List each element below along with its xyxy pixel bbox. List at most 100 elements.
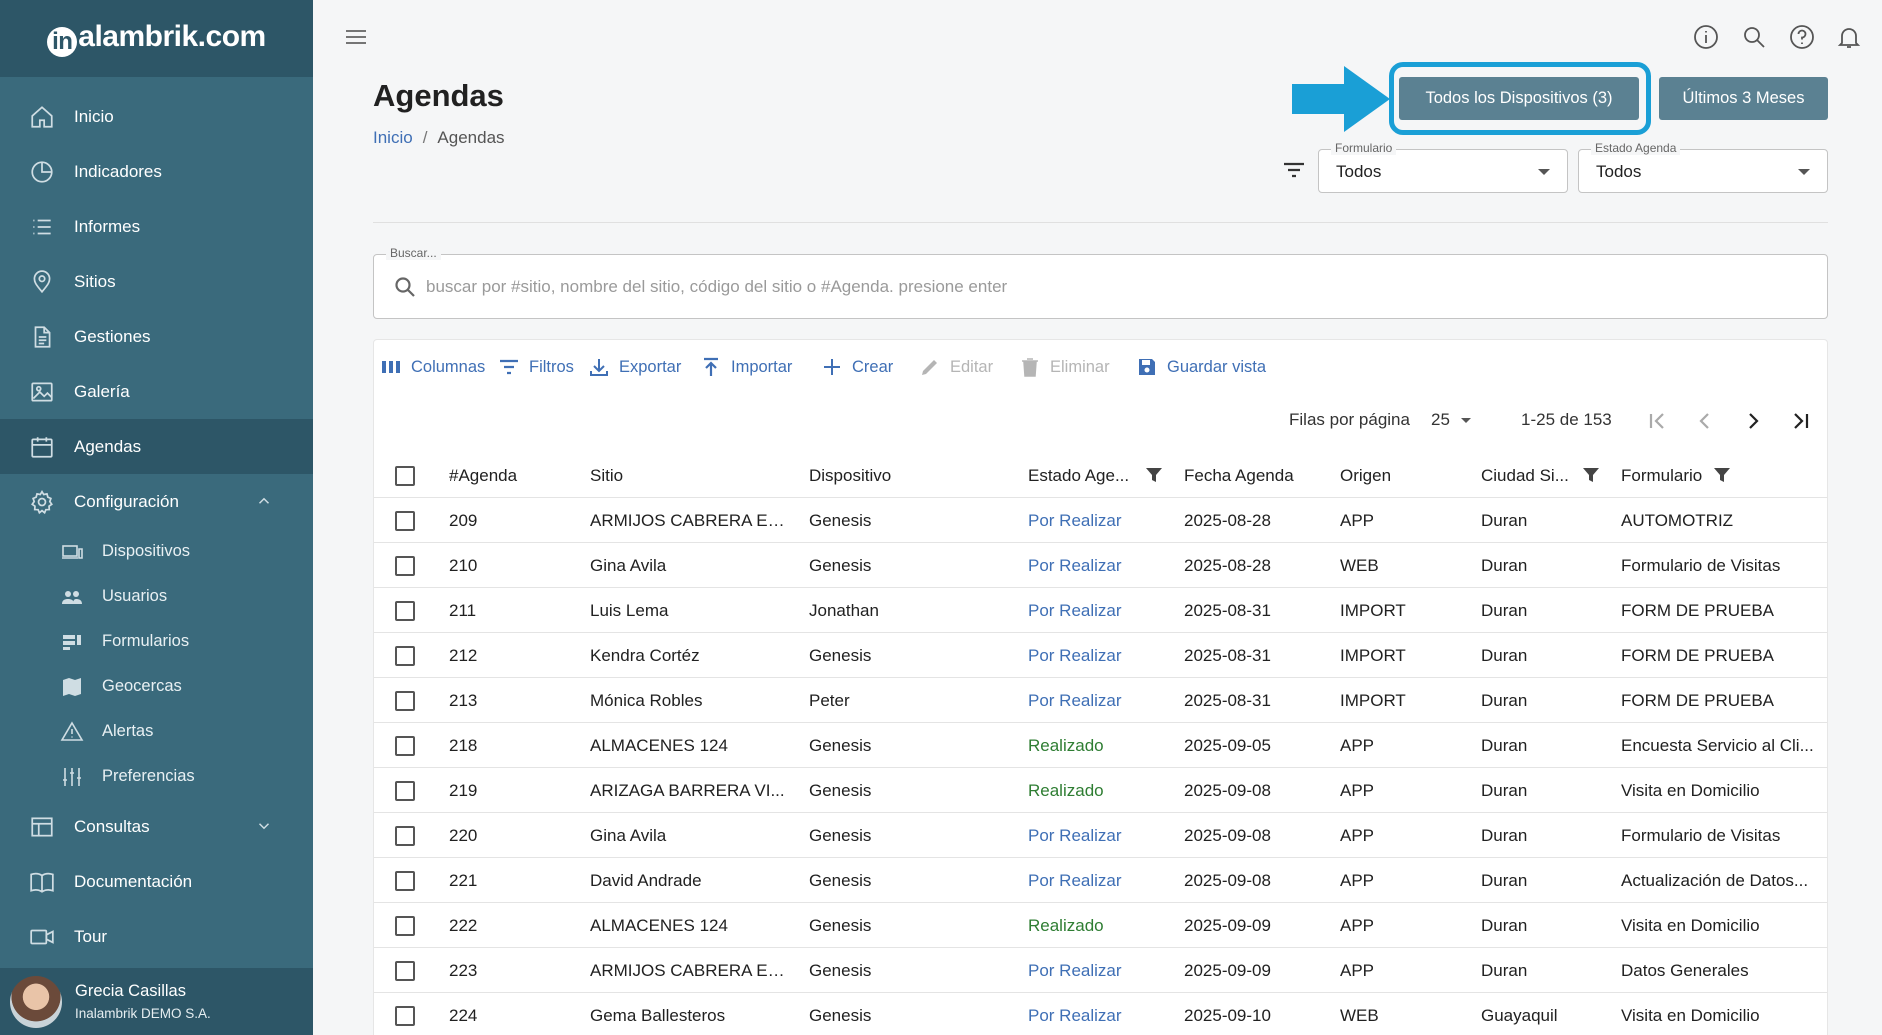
- row-checkbox[interactable]: [395, 691, 415, 711]
- column-header-estado[interactable]: Estado Age...: [1028, 453, 1153, 498]
- delete-button[interactable]: Eliminar: [1019, 352, 1110, 382]
- sidebar-subitem-dispositivos[interactable]: Dispositivos: [0, 529, 313, 574]
- sidebar-item-inicio[interactable]: Inicio: [0, 89, 313, 144]
- export-button[interactable]: Exportar: [588, 352, 681, 382]
- sidebar-item-indicadores[interactable]: Indicadores: [0, 144, 313, 199]
- cell-dispositivo: Genesis: [809, 916, 872, 935]
- row-checkbox[interactable]: [395, 961, 415, 981]
- info-icon[interactable]: [1693, 24, 1719, 50]
- columns-button[interactable]: Columnas: [380, 352, 485, 382]
- previous-page-icon[interactable]: [1692, 408, 1718, 434]
- table-row[interactable]: 219 ARIZAGA BARRERA VI... Genesis Realizado…: [374, 768, 1827, 813]
- import-button[interactable]: Importar: [700, 352, 792, 382]
- cell-estado: Por Realizar: [1028, 826, 1122, 845]
- caret-down-icon[interactable]: [1461, 418, 1471, 423]
- user-card[interactable]: Grecia Casillas Inalambrik DEMO S.A.: [0, 968, 313, 1035]
- cell-ciudad: Duran: [1481, 826, 1528, 845]
- estado-agenda-select[interactable]: Estado Agenda Todos: [1578, 141, 1828, 193]
- filters-button[interactable]: Filtros: [498, 352, 574, 382]
- sidebar-subitem-geocercas[interactable]: Geocercas: [0, 664, 313, 709]
- search-field[interactable]: Buscar...: [373, 246, 1828, 319]
- column-header-ciudad[interactable]: Ciudad Si...: [1481, 453, 1581, 498]
- column-filter-icon[interactable]: [1145, 466, 1163, 484]
- last-3-months-button[interactable]: Últimos 3 Meses: [1659, 77, 1828, 120]
- sidebar-subitem-preferencias[interactable]: Preferencias: [0, 754, 313, 799]
- sidebar-item-sitios[interactable]: Sitios: [0, 254, 313, 309]
- table-row[interactable]: 221 David Andrade Genesis Por Realizar 2025-…: [374, 858, 1827, 903]
- sidebar-item-consultas[interactable]: Consultas: [0, 799, 313, 854]
- trash-icon: [1022, 358, 1038, 377]
- table-row[interactable]: 212 Kendra Cortéz Genesis Por Realizar 2025-…: [374, 633, 1827, 678]
- row-checkbox[interactable]: [395, 736, 415, 756]
- sidebar-item-agendas[interactable]: Agendas: [0, 419, 313, 474]
- row-checkbox[interactable]: [395, 781, 415, 801]
- next-page-icon[interactable]: [1740, 408, 1766, 434]
- table-row[interactable]: 209 ARMIJOS CABRERA ED... Genesis Por Reali…: [374, 498, 1827, 543]
- column-header-sitio[interactable]: Sitio: [590, 453, 785, 498]
- cell-dispositivo: Genesis: [809, 871, 872, 890]
- cell-origen: APP: [1340, 826, 1375, 845]
- table-row[interactable]: 211 Luis Lema Jonathan Por Realizar 2025-08-…: [374, 588, 1827, 633]
- sidebar-subitem-formularios[interactable]: Formularios: [0, 619, 313, 664]
- edit-button[interactable]: Editar: [919, 352, 993, 382]
- search-input[interactable]: [426, 273, 1806, 301]
- row-checkbox[interactable]: [395, 871, 415, 891]
- sidebar-item-configuracion[interactable]: Configuración: [0, 474, 313, 529]
- cell-ciudad: Duran: [1481, 691, 1528, 710]
- sidebar-item-gestiones[interactable]: Gestiones: [0, 309, 313, 364]
- cell-origen: APP: [1340, 511, 1375, 530]
- first-page-icon[interactable]: [1644, 408, 1670, 434]
- sidebar-item-galeria[interactable]: Galería: [0, 364, 313, 419]
- sidebar-item-tour[interactable]: Tour: [0, 909, 313, 964]
- pencil-icon: [922, 360, 937, 375]
- cell-agenda: 223: [449, 961, 478, 980]
- table-row[interactable]: 218 ALMACENES 124 Genesis Realizado 2025-09-…: [374, 723, 1827, 768]
- cell-sitio: Luis Lema: [590, 601, 669, 620]
- sidebar-subitem-usuarios[interactable]: Usuarios: [0, 574, 313, 619]
- rows-per-page-select[interactable]: 25: [1431, 410, 1450, 430]
- user-info: Grecia Casillas Inalambrik DEMO S.A.: [75, 982, 211, 1021]
- breadcrumb-home-link[interactable]: Inicio: [373, 128, 413, 147]
- bell-icon[interactable]: [1836, 24, 1862, 50]
- create-button[interactable]: Crear: [821, 352, 893, 382]
- column-filter-icon[interactable]: [1582, 466, 1600, 484]
- table-row[interactable]: 222 ALMACENES 124 Genesis Realizado 2025-09-…: [374, 903, 1827, 948]
- search-icon[interactable]: [1741, 24, 1767, 50]
- column-header-fecha[interactable]: Fecha Agenda: [1184, 453, 1314, 498]
- save-view-button[interactable]: Guardar vista: [1136, 352, 1266, 382]
- cell-sitio: ALMACENES 124: [590, 736, 728, 755]
- sidebar-item-documentacion[interactable]: Documentación: [0, 854, 313, 909]
- table-row[interactable]: 210 Gina Avila Genesis Por Realizar 2025-08-…: [374, 543, 1827, 588]
- row-checkbox[interactable]: [395, 556, 415, 576]
- menu-toggle-icon[interactable]: [344, 26, 368, 48]
- filter-list-icon[interactable]: [1280, 158, 1308, 182]
- logo-area[interactable]: in alambrik.com: [0, 0, 313, 77]
- table-row[interactable]: 224 Gema Ballesteros Genesis Por Realizar 20…: [374, 993, 1827, 1035]
- cell-sitio: ARIZAGA BARRERA VI...: [590, 781, 785, 800]
- all-devices-button[interactable]: Todos los Dispositivos (3): [1399, 77, 1639, 120]
- table-row[interactable]: 213 Mónica Robles Peter Por Realizar 2025-08…: [374, 678, 1827, 723]
- column-filter-icon[interactable]: [1713, 466, 1731, 484]
- row-checkbox[interactable]: [395, 601, 415, 621]
- cell-estado: Realizado: [1028, 781, 1104, 800]
- column-header-agenda[interactable]: #Agenda: [449, 453, 549, 498]
- help-icon[interactable]: [1789, 24, 1815, 50]
- pagination: Filas por página 25 1-25 de 153: [374, 406, 1827, 436]
- formulario-select[interactable]: Formulario Todos: [1318, 141, 1568, 193]
- row-checkbox[interactable]: [395, 511, 415, 531]
- table-row[interactable]: 220 Gina Avila Genesis Por Realizar 2025-09-…: [374, 813, 1827, 858]
- sidebar-item-informes[interactable]: Informes: [0, 199, 313, 254]
- column-header-origen[interactable]: Origen: [1340, 453, 1460, 498]
- last-page-icon[interactable]: [1788, 408, 1814, 434]
- row-checkbox[interactable]: [395, 826, 415, 846]
- columns-icon: [382, 361, 400, 373]
- row-checkbox[interactable]: [395, 646, 415, 666]
- row-checkbox[interactable]: [395, 1006, 415, 1026]
- sidebar-subitem-alertas[interactable]: Alertas: [0, 709, 313, 754]
- row-checkbox[interactable]: [395, 916, 415, 936]
- select-all-checkbox[interactable]: [395, 466, 415, 486]
- cell-ciudad: Duran: [1481, 646, 1528, 665]
- column-header-dispositivo[interactable]: Dispositivo: [809, 453, 999, 498]
- cell-sitio: ARMIJOS CABRERA ED...: [590, 961, 785, 980]
- table-row[interactable]: 223 ARMIJOS CABRERA ED... Genesis Por Reali…: [374, 948, 1827, 993]
